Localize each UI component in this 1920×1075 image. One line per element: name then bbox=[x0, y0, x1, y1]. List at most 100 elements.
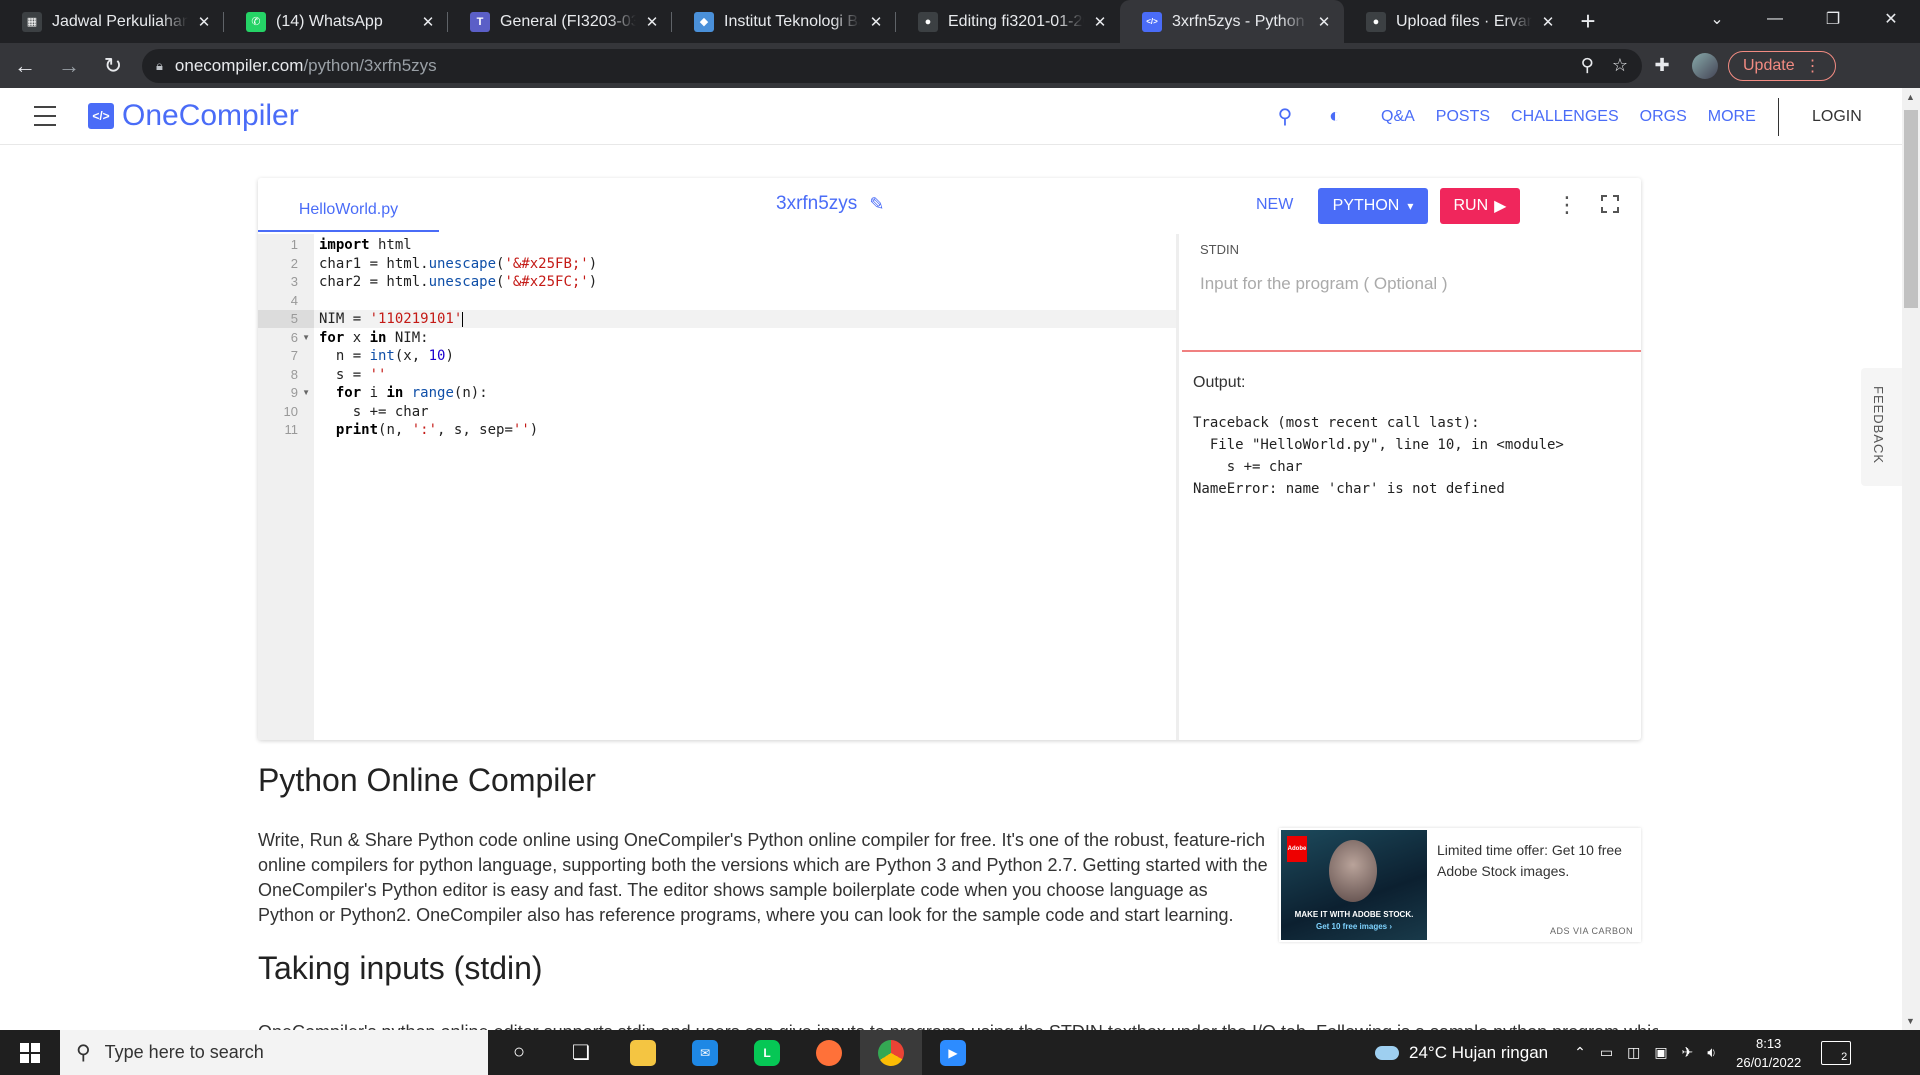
firefox-icon[interactable] bbox=[798, 1030, 860, 1075]
login-link[interactable]: LOGIN bbox=[1812, 108, 1862, 126]
taskbar-search[interactable]: ⚲ Type here to search bbox=[60, 1030, 488, 1075]
close-tab-icon[interactable]: ✕ bbox=[1538, 13, 1558, 31]
browser-tab[interactable]: ▦ Jadwal Perkuliahan M ✕ bbox=[0, 0, 224, 43]
stdin-input[interactable]: Input for the program ( Optional ) bbox=[1200, 274, 1448, 294]
close-tab-icon[interactable]: ✕ bbox=[194, 13, 214, 31]
zoom-app-icon[interactable]: ▶ bbox=[922, 1030, 984, 1075]
new-button[interactable]: NEW bbox=[1256, 196, 1293, 214]
forward-button[interactable]: → bbox=[50, 47, 88, 85]
ad-image[interactable]: Adobe MAKE IT WITH ADOBE STOCK. Get 10 f… bbox=[1281, 830, 1427, 940]
code-line[interactable]: print(n, ':', s, sep='') bbox=[314, 421, 1176, 439]
text-caret bbox=[462, 311, 464, 327]
code-line[interactable]: for i in range(n): bbox=[314, 384, 1176, 402]
browser-tab[interactable]: ◆ Institut Teknologi Ban ✕ bbox=[672, 0, 896, 43]
network-icon[interactable]: ▣ bbox=[1654, 1044, 1667, 1061]
logo-text: OneCompiler bbox=[122, 99, 299, 132]
theme-toggle-icon[interactable]: ◐ bbox=[1310, 105, 1360, 128]
fold-arrow-icon[interactable]: ▼ bbox=[302, 329, 310, 347]
back-button[interactable]: ← bbox=[6, 47, 44, 85]
close-tab-icon[interactable]: ✕ bbox=[1314, 13, 1334, 31]
tab-title: Institut Teknologi Ban bbox=[724, 12, 860, 30]
code-area[interactable]: import html char1 = html.unescape('&#x25F… bbox=[314, 234, 1176, 740]
line-number: 3 bbox=[290, 274, 298, 289]
nav-qa[interactable]: Q&A bbox=[1381, 108, 1415, 126]
close-tab-icon[interactable]: ✕ bbox=[418, 13, 438, 31]
tab-search-icon[interactable]: ⌄ bbox=[1688, 0, 1746, 38]
battery-icon[interactable]: ▭ bbox=[1600, 1044, 1613, 1061]
update-button[interactable]: Update ⋮ bbox=[1728, 50, 1836, 81]
code-line[interactable]: import html bbox=[314, 236, 1176, 254]
more-options-icon[interactable]: ⋮ bbox=[1556, 192, 1578, 218]
ad-footer[interactable]: ADS VIA CARBON bbox=[1550, 926, 1633, 936]
task-view-icon[interactable]: ❏ bbox=[550, 1030, 612, 1075]
file-explorer-icon[interactable] bbox=[612, 1030, 674, 1075]
page-scrollbar[interactable]: ▲ ▼ bbox=[1902, 88, 1920, 1030]
code-line[interactable]: n = int(x, 10) bbox=[314, 347, 1176, 365]
reload-button[interactable]: ↻ bbox=[94, 47, 132, 85]
scrollbar-thumb[interactable] bbox=[1904, 110, 1918, 308]
profile-avatar[interactable] bbox=[1692, 52, 1718, 79]
cortana-icon[interactable]: ○ bbox=[488, 1030, 550, 1075]
nav-challenges[interactable]: CHALLENGES bbox=[1511, 108, 1619, 126]
tab-title: 3xrfn5zys - Python - C bbox=[1172, 12, 1308, 30]
file-tab[interactable]: HelloWorld.py bbox=[258, 178, 439, 232]
airplane-mode-icon[interactable]: ✈ bbox=[1682, 1044, 1694, 1061]
editor-header: HelloWorld.py 3xrfn5zys ✎ NEW PYTHON ▾ R… bbox=[258, 178, 1641, 234]
code-line[interactable]: char2 = html.unescape('&#x25FC;') bbox=[314, 273, 1176, 291]
notification-center-icon[interactable]: 2 bbox=[1821, 1040, 1852, 1065]
close-tab-icon[interactable]: ✕ bbox=[866, 13, 886, 31]
code-line[interactable]: for x in NIM: bbox=[314, 329, 1176, 347]
new-tab-button[interactable]: + bbox=[1568, 0, 1608, 43]
scroll-up-arrow-icon[interactable]: ▲ bbox=[1906, 92, 1915, 102]
close-window-button[interactable]: ✕ bbox=[1862, 0, 1920, 38]
search-icon: ⚲ bbox=[76, 1042, 91, 1064]
hamburger-menu-icon[interactable] bbox=[34, 106, 56, 126]
volume-icon[interactable]: 🔉︎ bbox=[1707, 1044, 1716, 1061]
mail-icon[interactable]: ✉ bbox=[674, 1030, 736, 1075]
browser-tab[interactable]: ✆ (14) WhatsApp ✕ bbox=[224, 0, 448, 43]
code-line[interactable] bbox=[314, 292, 1176, 310]
fullscreen-icon[interactable] bbox=[1601, 195, 1619, 213]
carbon-ad[interactable]: Adobe MAKE IT WITH ADOBE STOCK. Get 10 f… bbox=[1279, 828, 1641, 942]
code-line[interactable]: s += char bbox=[314, 403, 1176, 421]
teams-icon: T bbox=[470, 11, 490, 32]
bookmark-star-icon[interactable]: ☆ bbox=[1612, 55, 1628, 76]
code-editor[interactable]: 1 2 3 4 5 6 ▼ 7 8 9 ▼ 10 11 import html char1 = html.… bbox=[258, 234, 1179, 740]
chrome-icon[interactable] bbox=[860, 1030, 922, 1075]
code-name[interactable]: 3xrfn5zys ✎ bbox=[776, 193, 884, 215]
run-button[interactable]: RUN ▶ bbox=[1440, 188, 1520, 224]
nav-more[interactable]: MORE bbox=[1708, 108, 1756, 126]
meet-now-icon[interactable]: ◫ bbox=[1627, 1044, 1640, 1061]
edit-pencil-icon[interactable]: ✎ bbox=[869, 194, 884, 215]
scroll-down-arrow-icon[interactable]: ▼ bbox=[1906, 1016, 1915, 1026]
minimize-button[interactable]: — bbox=[1746, 0, 1804, 38]
restore-button[interactable]: ❐ bbox=[1804, 0, 1862, 38]
show-hidden-icons-icon[interactable]: ⌃ bbox=[1574, 1044, 1586, 1061]
address-bar[interactable]: 🔒︎ onecompiler.com/python/3xrfn5zys ⚲ ☆ bbox=[142, 48, 1642, 83]
nav-orgs[interactable]: ORGS bbox=[1640, 108, 1687, 126]
ad-text[interactable]: Limited time offer: Get 10 free Adobe St… bbox=[1437, 840, 1627, 882]
browser-tab[interactable]: </> 3xrfn5zys - Python - C ✕ bbox=[1120, 0, 1344, 43]
site-logo[interactable]: </> OneCompiler bbox=[88, 99, 299, 133]
close-tab-icon[interactable]: ✕ bbox=[642, 13, 662, 31]
zoom-icon[interactable]: ⚲ bbox=[1581, 55, 1594, 76]
browser-tab[interactable]: ● Editing fi3201-01-202 ✕ bbox=[896, 0, 1120, 43]
code-line[interactable]: char1 = html.unescape('&#x25FB;') bbox=[314, 255, 1176, 273]
language-select[interactable]: PYTHON ▾ bbox=[1318, 188, 1428, 224]
weather-widget[interactable]: 24°C Hujan ringan bbox=[1375, 1043, 1548, 1063]
search-icon[interactable]: ⚲ bbox=[1260, 104, 1310, 129]
clock[interactable]: 8:13 26/01/2022 bbox=[1736, 1034, 1801, 1072]
start-button[interactable] bbox=[0, 1030, 60, 1075]
browser-tab[interactable]: ● Upload files · Ervandy ✕ bbox=[1344, 0, 1568, 43]
extensions-icon[interactable]: ✚ bbox=[1642, 55, 1682, 76]
browser-tab[interactable]: T General (FI3203-03 St ✕ bbox=[448, 0, 672, 43]
code-line[interactable]: s = '' bbox=[314, 366, 1176, 384]
line-icon[interactable]: L bbox=[736, 1030, 798, 1075]
feedback-tab[interactable]: FEEDBACK bbox=[1861, 368, 1902, 486]
code-line[interactable]: NIM = '110219101' bbox=[314, 310, 1176, 328]
nav-posts[interactable]: POSTS bbox=[1436, 108, 1490, 126]
line-number: 11 bbox=[284, 422, 299, 437]
line-number: 10 bbox=[283, 403, 298, 419]
fold-arrow-icon[interactable]: ▼ bbox=[302, 384, 310, 402]
close-tab-icon[interactable]: ✕ bbox=[1090, 13, 1110, 31]
